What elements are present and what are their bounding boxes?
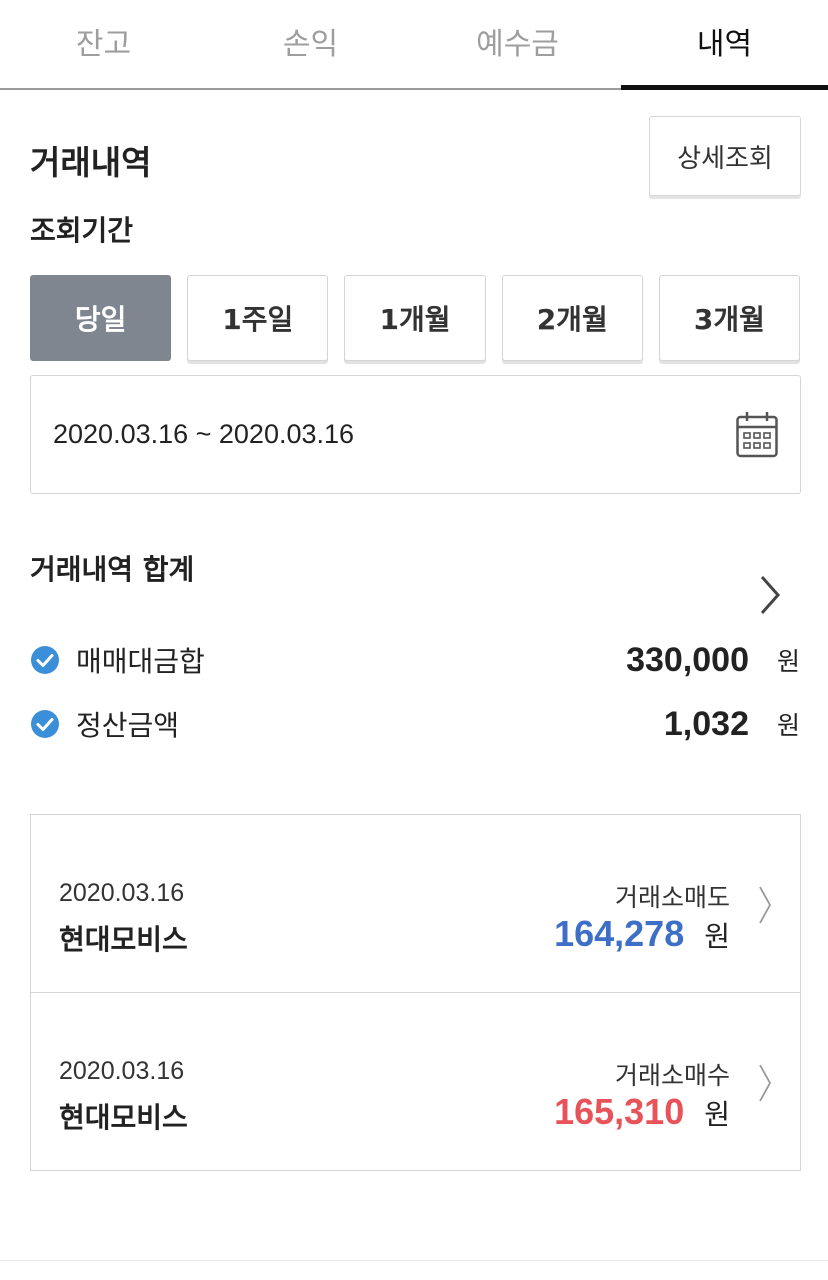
chevron-right-icon[interactable] <box>756 573 784 617</box>
transaction-item[interactable]: 2020.03.16 현대모비스 거래소매수 165,310 원 <box>31 993 800 1170</box>
chevron-right-icon <box>759 1064 772 1102</box>
check-circle-icon <box>31 710 59 738</box>
bottom-divider <box>0 1260 828 1261</box>
transaction-amount: 165,310 <box>554 1091 685 1132</box>
period-1week-button[interactable]: 1주일 <box>187 275 329 361</box>
transaction-date: 2020.03.16 <box>59 1057 185 1085</box>
transaction-type: 거래소매수 <box>614 1061 730 1090</box>
summary-row-settlement: 정산금액 1,032 원 <box>30 702 800 746</box>
detail-search-button[interactable]: 상세조회 <box>649 116 801 196</box>
period-today-button[interactable]: 당일 <box>30 275 172 361</box>
summary-label: 정산금액 <box>76 709 180 742</box>
transaction-amount-group: 165,310 원 <box>554 1091 730 1133</box>
tab-balance[interactable]: 잔고 <box>0 0 207 88</box>
date-range-field[interactable]: 2020.03.16 ~ 2020.03.16 <box>30 375 801 494</box>
period-selector: 당일 1주일 1개월 2개월 3개월 <box>30 275 801 361</box>
tab-deposit[interactable]: 예수금 <box>414 0 621 88</box>
transaction-amount-group: 164,278 원 <box>554 913 730 955</box>
transaction-date: 2020.03.16 <box>59 879 185 907</box>
transaction-stock-name: 현대모비스 <box>59 1101 188 1134</box>
period-3month-button[interactable]: 3개월 <box>658 275 801 361</box>
transaction-amount: 164,278 <box>554 913 685 954</box>
transaction-unit: 원 <box>704 1098 730 1131</box>
chevron-right-icon <box>759 886 772 924</box>
summary-title: 거래내역 합계 <box>30 553 195 586</box>
transaction-item[interactable]: 2020.03.16 현대모비스 거래소매도 164,278 원 <box>31 815 800 993</box>
tab-history[interactable]: 내역 <box>621 0 828 90</box>
period-1month-button[interactable]: 1개월 <box>344 275 486 361</box>
period-2month-button[interactable]: 2개월 <box>501 275 643 361</box>
summary-unit: 원 <box>776 711 800 740</box>
period-label: 조회기간 <box>30 214 134 247</box>
transaction-stock-name: 현대모비스 <box>59 923 188 956</box>
transaction-list: 2020.03.16 현대모비스 거래소매도 164,278 원 2020.03… <box>30 814 801 1171</box>
summary-unit: 원 <box>776 647 800 676</box>
tab-profit-loss[interactable]: 손익 <box>207 0 414 88</box>
tab-bar: 잔고 손익 예수금 내역 <box>0 0 828 90</box>
transaction-type: 거래소매도 <box>614 883 730 912</box>
summary-value: 1,032 <box>663 704 749 743</box>
summary-label: 매매대금합 <box>76 645 205 678</box>
summary-value: 330,000 <box>626 640 749 679</box>
check-circle-icon <box>31 646 59 674</box>
date-range-text: 2020.03.16 ~ 2020.03.16 <box>53 419 355 449</box>
calendar-icon[interactable] <box>736 410 778 458</box>
transaction-unit: 원 <box>704 920 730 953</box>
page-title: 거래내역 <box>30 143 152 182</box>
summary-row-trade-total: 매매대금합 330,000 원 <box>30 638 800 682</box>
